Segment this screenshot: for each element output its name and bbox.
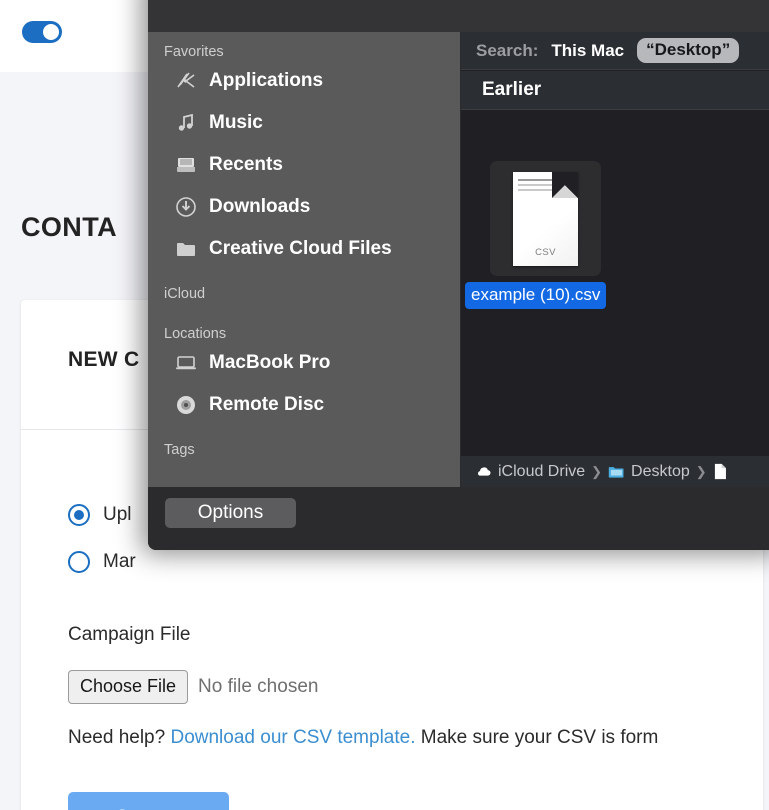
sidebar-item-macbook-pro[interactable]: MacBook Pro (148, 342, 460, 384)
sidebar-item-label: Downloads (209, 196, 311, 217)
radio-upload-label: Upl (103, 504, 132, 525)
applications-icon (177, 72, 195, 88)
search-scope-folder[interactable]: “Desktop” (637, 38, 740, 63)
chevron-right-icon: ❯ (591, 463, 603, 479)
help-prefix: Need help? (68, 727, 171, 748)
dialog-bottom-bar: Options (148, 487, 769, 550)
radio-manual-label: Mar (103, 551, 136, 572)
page-title: CONTA (21, 212, 117, 242)
card-title: NEW C (68, 348, 140, 371)
sidebar-item-creative-cloud-files[interactable]: Creative Cloud Files (148, 228, 460, 270)
sidebar-item-downloads[interactable]: Downloads (148, 186, 460, 228)
file-chooser-dialog: Favorites Applications Music Recents Dow… (148, 0, 769, 550)
recents-icon (177, 158, 195, 172)
campaign-file-label: Campaign File (68, 624, 191, 645)
dialog-sidebar[interactable]: Favorites Applications Music Recents Dow… (148, 32, 460, 487)
file-kind-label: CSV (535, 246, 556, 258)
file-item[interactable]: CSV example (10).csv (465, 161, 608, 309)
create-button[interactable]: Create (68, 792, 229, 810)
search-scope-this-mac[interactable]: This Mac (551, 41, 624, 61)
folder-icon (177, 243, 195, 256)
downloads-icon (176, 197, 196, 217)
sidebar-item-remote-disc[interactable]: Remote Disc (148, 384, 460, 426)
sidebar-item-label: MacBook Pro (209, 352, 331, 373)
laptop-icon (176, 356, 196, 370)
file-input-row[interactable]: Choose File No file chosen (68, 670, 318, 704)
document-icon (714, 463, 726, 480)
radio-manual-input[interactable] (68, 551, 90, 573)
radio-option-manual[interactable]: Mar (68, 551, 136, 573)
path-breadcrumb-bar[interactable]: iCloud Drive ❯ Desktop ❯ (461, 456, 769, 487)
group-header-bar: Earlier (461, 71, 769, 110)
choose-file-button[interactable]: Choose File (68, 670, 189, 704)
file-thumbnail: CSV (490, 161, 601, 276)
radio-option-upload[interactable]: Upl (68, 504, 132, 526)
cloud-icon (477, 467, 491, 476)
sidebar-header-favorites: Favorites (164, 44, 224, 60)
csv-template-link[interactable]: Download our CSV template. (170, 727, 415, 748)
search-scope-bar[interactable]: Search: This Mac “Desktop” (461, 32, 769, 70)
sidebar-header-icloud: iCloud (164, 286, 206, 302)
chevron-right-icon: ❯ (695, 463, 707, 479)
file-name-label[interactable]: example (10).csv (465, 282, 607, 309)
sidebar-header-tags: Tags (164, 442, 195, 458)
dialog-toolbar (148, 0, 769, 32)
search-label: Search: (476, 40, 539, 60)
help-suffix: Make sure your CSV is form (415, 727, 659, 748)
help-text: Need help? Download our CSV template. Ma… (68, 727, 658, 749)
file-status-text: No file chosen (198, 675, 319, 697)
music-icon (178, 113, 193, 131)
radio-upload-input[interactable] (68, 504, 90, 526)
group-header-label: Earlier (482, 79, 542, 100)
breadcrumb-item-desktop[interactable]: Desktop (631, 463, 690, 481)
sidebar-header-locations: Locations (164, 326, 227, 342)
folder-icon (608, 466, 624, 478)
breadcrumb-item-icloud-drive[interactable]: iCloud Drive (498, 463, 585, 481)
sidebar-item-music[interactable]: Music (148, 102, 460, 144)
sidebar-item-label: Remote Disc (209, 394, 325, 415)
disc-icon (177, 396, 195, 414)
dialog-file-pane: Search: This Mac “Desktop” Earlier CSV e… (461, 32, 769, 487)
csv-preview-lines (518, 178, 564, 194)
options-button[interactable]: Options (165, 498, 296, 528)
sidebar-item-applications[interactable]: Applications (148, 60, 460, 102)
file-grid[interactable]: CSV example (10).csv (461, 111, 769, 487)
sidebar-item-label: Recents (209, 154, 283, 175)
sidebar-item-label: Music (209, 112, 263, 133)
sidebar-item-label: Applications (209, 70, 324, 91)
sidebar-toggle-switch[interactable] (22, 21, 62, 43)
screen: CONTA NEW C Upl Mar Campaign File Choose… (0, 0, 769, 810)
csv-document-icon: CSV (513, 171, 578, 266)
sidebar-item-recents[interactable]: Recents (148, 144, 460, 186)
sidebar-item-label: Creative Cloud Files (209, 238, 392, 259)
page-fold (552, 171, 578, 198)
toggle-knob (43, 24, 59, 40)
